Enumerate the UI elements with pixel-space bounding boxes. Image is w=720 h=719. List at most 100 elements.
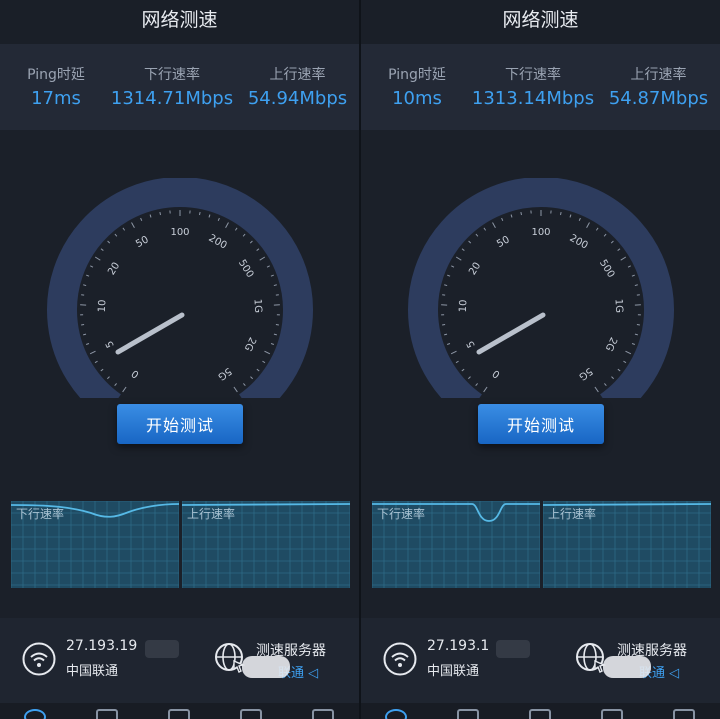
gauge-tick-label: 50 xyxy=(134,234,150,250)
download-stat: 下行速率 1313.14Mbps xyxy=(469,64,597,109)
speed-gauge: 0 5 10 20 50 100 200 500 1G 2G 5G xyxy=(38,177,322,419)
download-graph-label: 下行速率 xyxy=(16,507,65,521)
gauge-needle xyxy=(476,312,546,355)
info-bar: 27.193.19 中国联通 测速服务器 联通 ◁ xyxy=(0,618,359,703)
gauge-tick xyxy=(455,256,462,261)
speed-nav-icon[interactable] xyxy=(24,709,46,719)
download-value: 1313.14Mbps xyxy=(471,88,595,109)
download-graph: 下行速率 xyxy=(372,501,540,588)
gauge-tick xyxy=(617,248,621,251)
gauge-tick xyxy=(107,240,111,244)
gauge-tick xyxy=(114,233,118,237)
wifi-icon xyxy=(383,642,417,676)
gauge-tick xyxy=(586,222,590,229)
gauge-tick xyxy=(83,284,87,287)
start-test-button[interactable]: 开始测试 xyxy=(117,404,243,444)
gauge-tick xyxy=(234,227,238,231)
gauge-tick-label: 100 xyxy=(531,227,550,238)
gauge-tick xyxy=(560,211,562,216)
ping-value: 17ms xyxy=(31,88,81,109)
gauge-tick-label: 1G xyxy=(252,299,264,314)
gauge-tick-label: 100 xyxy=(170,227,189,238)
ping-value: 10ms xyxy=(392,88,442,109)
gauge-tick xyxy=(273,333,277,336)
gauge-tick xyxy=(451,265,455,268)
gauge-arc xyxy=(47,177,313,419)
box-nav-icon[interactable] xyxy=(601,709,623,719)
gauge-tick xyxy=(461,248,465,251)
gauge-tick xyxy=(468,240,472,244)
gauge-tick xyxy=(100,248,104,251)
info-bar: 27.193.1 中国联通 测速服务器 联通 ◁ xyxy=(361,618,720,703)
gauge-tick xyxy=(114,383,117,387)
list-nav-icon[interactable] xyxy=(168,709,190,719)
network-info[interactable]: 27.193.19 中国联通 xyxy=(22,638,192,679)
gauge-tick xyxy=(510,214,513,218)
gauge-tick xyxy=(94,256,101,261)
gauge-tick xyxy=(243,383,246,387)
gauge-tick xyxy=(273,284,277,287)
gauge-tick xyxy=(259,256,266,261)
gauge-tick xyxy=(634,333,638,336)
gauge-tick xyxy=(446,343,451,345)
gauge-tick xyxy=(595,227,599,231)
gauge-tick xyxy=(623,360,627,364)
gauge-tick-label: 0 xyxy=(130,367,142,380)
gauge-tick-label: 10 xyxy=(458,299,470,312)
gauge-tick-label: 2G xyxy=(242,335,258,353)
gauge-tick xyxy=(631,343,636,345)
gauge-tick xyxy=(610,240,614,244)
network-info[interactable]: 27.193.1 中国联通 xyxy=(383,638,553,679)
gauge-tick xyxy=(627,265,631,268)
gauge-tick xyxy=(106,376,110,380)
gauge-tick xyxy=(611,376,615,380)
gauge-tick xyxy=(620,256,627,261)
upload-label: 上行速率 xyxy=(269,67,326,83)
ip-address: 27.193.1 xyxy=(427,638,490,654)
bottom-nav xyxy=(361,703,720,719)
gauge-tick xyxy=(270,274,274,277)
gauge-tick xyxy=(131,222,135,229)
gauge-tick xyxy=(444,333,448,336)
server-selector[interactable]: 测速服务器 联通 ◁ xyxy=(575,638,715,681)
gauge-tick xyxy=(159,211,161,216)
gauge-tick xyxy=(256,368,260,372)
gauge-tick xyxy=(250,376,254,380)
box-nav-icon[interactable] xyxy=(240,709,262,719)
gauge-tick-label: 20 xyxy=(106,261,122,278)
shield-nav-icon[interactable] xyxy=(673,709,695,719)
stats-panel: Ping时延 10ms 下行速率 1313.14Mbps 上行速率 54.87M… xyxy=(361,44,720,130)
trend-nav-icon[interactable] xyxy=(457,709,479,719)
gauge-tick xyxy=(262,360,266,364)
gauge-tick xyxy=(594,386,599,393)
gauge-tick xyxy=(122,386,127,393)
gauge-tick xyxy=(90,265,94,268)
list-nav-icon[interactable] xyxy=(529,709,551,719)
ping-stat: Ping时延 17ms xyxy=(4,64,108,109)
gauge-tick xyxy=(83,333,87,336)
upload-value: 54.87Mbps xyxy=(608,88,709,109)
gauge-tick xyxy=(100,368,104,372)
redacted-blur xyxy=(145,640,179,658)
start-test-button[interactable]: 开始测试 xyxy=(478,404,604,444)
gauge-tick-label: 5G xyxy=(216,365,234,382)
gauge-tick xyxy=(625,350,632,355)
gauge-tick xyxy=(94,360,98,364)
download-value: 1314.71Mbps xyxy=(110,88,234,109)
bottom-nav xyxy=(0,703,359,719)
redacted-blur xyxy=(242,656,290,678)
speed-nav-icon[interactable] xyxy=(385,709,407,719)
gauge-tick xyxy=(89,350,96,355)
gauge-tick-label: 5G xyxy=(577,365,595,382)
gauge-tick xyxy=(455,360,459,364)
gauge-tick xyxy=(483,227,487,231)
trend-nav-icon[interactable] xyxy=(96,709,118,719)
gauge-tick-label: 5 xyxy=(465,339,478,350)
gauge-tick xyxy=(140,217,143,222)
gauge-tick xyxy=(249,240,253,244)
server-selector[interactable]: 测速服务器 联通 ◁ xyxy=(214,638,354,681)
shield-nav-icon[interactable] xyxy=(312,709,334,719)
isp-name: 中国联通 xyxy=(427,664,480,679)
gauge-tick xyxy=(617,368,621,372)
gauge-tick-label: 200 xyxy=(568,233,590,252)
